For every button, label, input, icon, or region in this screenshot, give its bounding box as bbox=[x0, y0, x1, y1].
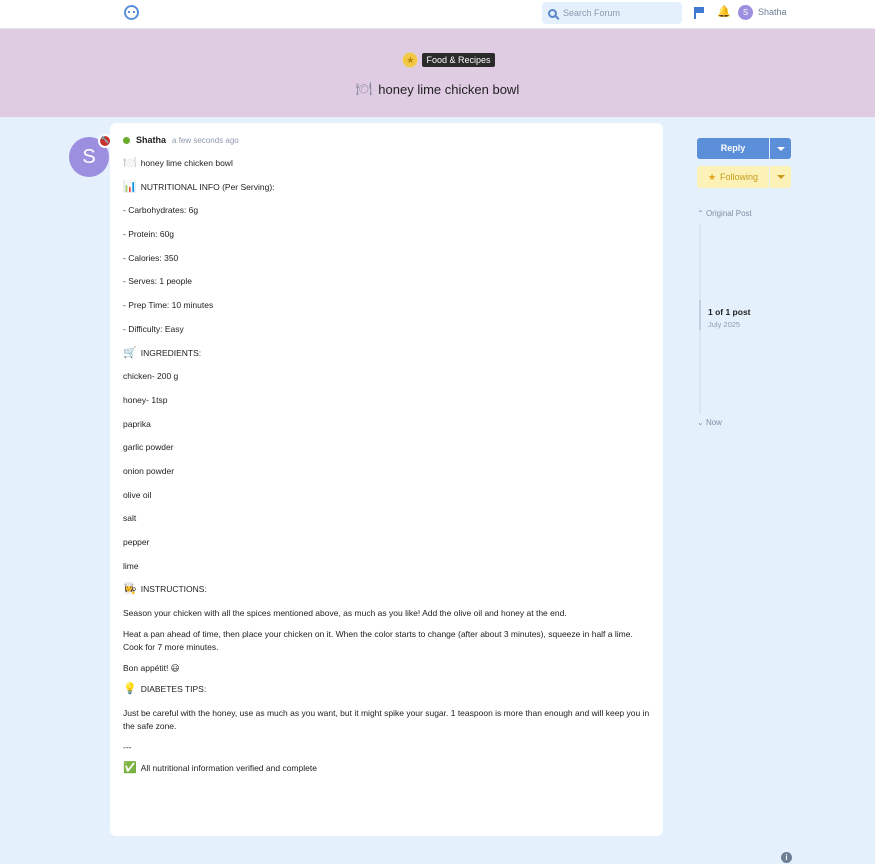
info-icon[interactable]: i bbox=[781, 852, 792, 863]
reply-options-chevron-down-icon[interactable] bbox=[770, 138, 791, 159]
original-post-label: Original Post bbox=[705, 209, 752, 218]
post-line-text: - Difficulty: Easy bbox=[123, 323, 184, 334]
post-footer-note: ✅ All nutritional information verified a… bbox=[123, 762, 653, 786]
following-label: Following bbox=[720, 172, 759, 182]
post-line: - Serves: 1 people bbox=[123, 275, 653, 299]
post-line-text: paprika bbox=[123, 418, 151, 429]
post-line-text: honey- 1tsp bbox=[123, 394, 168, 405]
post-line: 📊 NUTRITIONAL INFO (Per Serving): bbox=[123, 181, 653, 205]
online-status-icon bbox=[123, 136, 130, 144]
timeline-post-count: 1 of 1 post bbox=[708, 307, 751, 317]
following-options-chevron-down-icon[interactable] bbox=[770, 166, 791, 188]
tips-text: Just be careful with the honey, use as m… bbox=[123, 707, 650, 731]
timeline-now-link[interactable]: ⌄ Now bbox=[697, 418, 722, 427]
post-line-text: garlic powder bbox=[123, 442, 174, 453]
tips-heading: 💡 DIABETES TIPS: bbox=[123, 683, 653, 707]
post-author[interactable]: Shatha bbox=[136, 135, 166, 145]
post-line-text: onion powder bbox=[123, 465, 175, 476]
post-line: onion powder bbox=[123, 465, 653, 489]
topic-title: honey lime chicken bowl bbox=[378, 81, 520, 97]
category-badge[interactable]: Food & Recipes bbox=[422, 53, 495, 67]
reply-button[interactable]: Reply bbox=[697, 138, 769, 159]
post-card: Shatha a few seconds ago 🍽️ honey lime ch… bbox=[110, 123, 663, 836]
top-bar: Search Forum 🔔 S Shatha bbox=[0, 0, 875, 29]
user-name[interactable]: Shatha bbox=[758, 7, 787, 17]
star-icon: ★ bbox=[707, 172, 717, 182]
post-timestamp[interactable]: a few seconds ago bbox=[172, 136, 239, 145]
post-line: 🍽️ honey lime chicken bowl bbox=[123, 157, 653, 181]
search-icon bbox=[548, 8, 557, 18]
post-line: garlic powder bbox=[123, 441, 653, 465]
search-input[interactable]: Search Forum bbox=[563, 8, 620, 18]
post-line: - Difficulty: Easy bbox=[123, 323, 653, 347]
timeline-handle[interactable] bbox=[699, 300, 701, 330]
timeline-date: July 2025 bbox=[708, 320, 741, 329]
post-line: 👩‍🍳 INSTRUCTIONS: bbox=[123, 583, 653, 607]
post-line-text: INSTRUCTIONS: bbox=[140, 584, 207, 595]
fork-knife-icon: 🍽 bbox=[355, 81, 373, 96]
post-line-text: NUTRITIONAL INFO (Per Serving): bbox=[140, 181, 275, 192]
post-paragraph: Heat a pan ahead of time, then place you… bbox=[123, 629, 633, 653]
post-line: - Prep Time: 10 minutes bbox=[123, 299, 653, 323]
post-line-text: INGREDIENTS: bbox=[140, 347, 202, 358]
separator: --- bbox=[123, 741, 132, 752]
now-label: Now bbox=[705, 418, 722, 427]
flag-icon[interactable] bbox=[694, 7, 705, 19]
post-line: 🛒 INGREDIENTS: bbox=[123, 347, 653, 371]
post-line-text: salt bbox=[123, 513, 137, 524]
line-emoji-icon: 🍽️ bbox=[123, 157, 137, 169]
check-icon: ✅ bbox=[123, 761, 137, 774]
post-line-text: chicken- 200 g bbox=[123, 371, 179, 382]
lightbulb-icon: 💡 bbox=[123, 683, 137, 696]
post-header: Shatha a few seconds ago bbox=[123, 135, 239, 145]
post-line-text: lime bbox=[123, 560, 139, 571]
post-footer-text: All nutritional information verified and… bbox=[140, 762, 317, 773]
category-row: ★ Food & Recipes bbox=[0, 53, 875, 67]
line-emoji-icon: 🛒 bbox=[123, 346, 137, 359]
post-line-text: - Protein: 60g bbox=[123, 229, 175, 240]
post-line: - Carbohydrates: 6g bbox=[123, 204, 653, 228]
topic-banner: ★ Food & Recipes 🍽 honey lime chicken bo… bbox=[0, 29, 875, 117]
forum-logo-icon[interactable] bbox=[124, 5, 139, 20]
bell-icon[interactable]: 🔔 bbox=[717, 6, 731, 18]
post-line: pepper bbox=[123, 536, 653, 560]
post-line-text: olive oil bbox=[123, 489, 152, 500]
post-line-text: pepper bbox=[123, 537, 150, 547]
user-avatar[interactable]: S bbox=[738, 5, 753, 20]
post-line: lime bbox=[123, 560, 653, 584]
post-line: paprika bbox=[123, 418, 653, 442]
post-line: olive oil bbox=[123, 489, 653, 513]
post-line-text: - Calories: 350 bbox=[123, 252, 179, 263]
line-emoji-icon: 📊 bbox=[123, 180, 137, 193]
post-line-text: - Prep Time: 10 minutes bbox=[123, 300, 214, 311]
original-post-link[interactable]: ⌃ Original Post bbox=[697, 209, 752, 218]
following-button[interactable]: ★ Following bbox=[697, 166, 769, 188]
post-paragraph: Bon appétit! 😃 bbox=[123, 663, 180, 674]
line-emoji-icon: 👩‍🍳 bbox=[123, 583, 137, 596]
post-line: chicken- 200 g bbox=[123, 370, 653, 394]
post-line: salt bbox=[123, 512, 653, 536]
post-line-text: - Serves: 1 people bbox=[123, 276, 192, 287]
topic-title-row: 🍽 honey lime chicken bowl bbox=[0, 81, 875, 97]
search-box[interactable]: Search Forum bbox=[542, 2, 682, 24]
post-line-text: honey lime chicken bowl bbox=[140, 158, 233, 168]
post-line-text: - Carbohydrates: 6g bbox=[123, 205, 199, 216]
post-line: honey- 1tsp bbox=[123, 394, 653, 418]
post-line: - Protein: 60g bbox=[123, 228, 653, 252]
star-icon: ★ bbox=[403, 53, 418, 67]
post-line: - Calories: 350 bbox=[123, 252, 653, 276]
tips-heading-text: DIABETES TIPS: bbox=[140, 684, 207, 695]
post-paragraph: Season your chicken with all the spices … bbox=[123, 608, 567, 619]
post-body: 🍽️ honey lime chicken bowl 📊 NUTRITIONAL IN… bbox=[123, 157, 653, 785]
